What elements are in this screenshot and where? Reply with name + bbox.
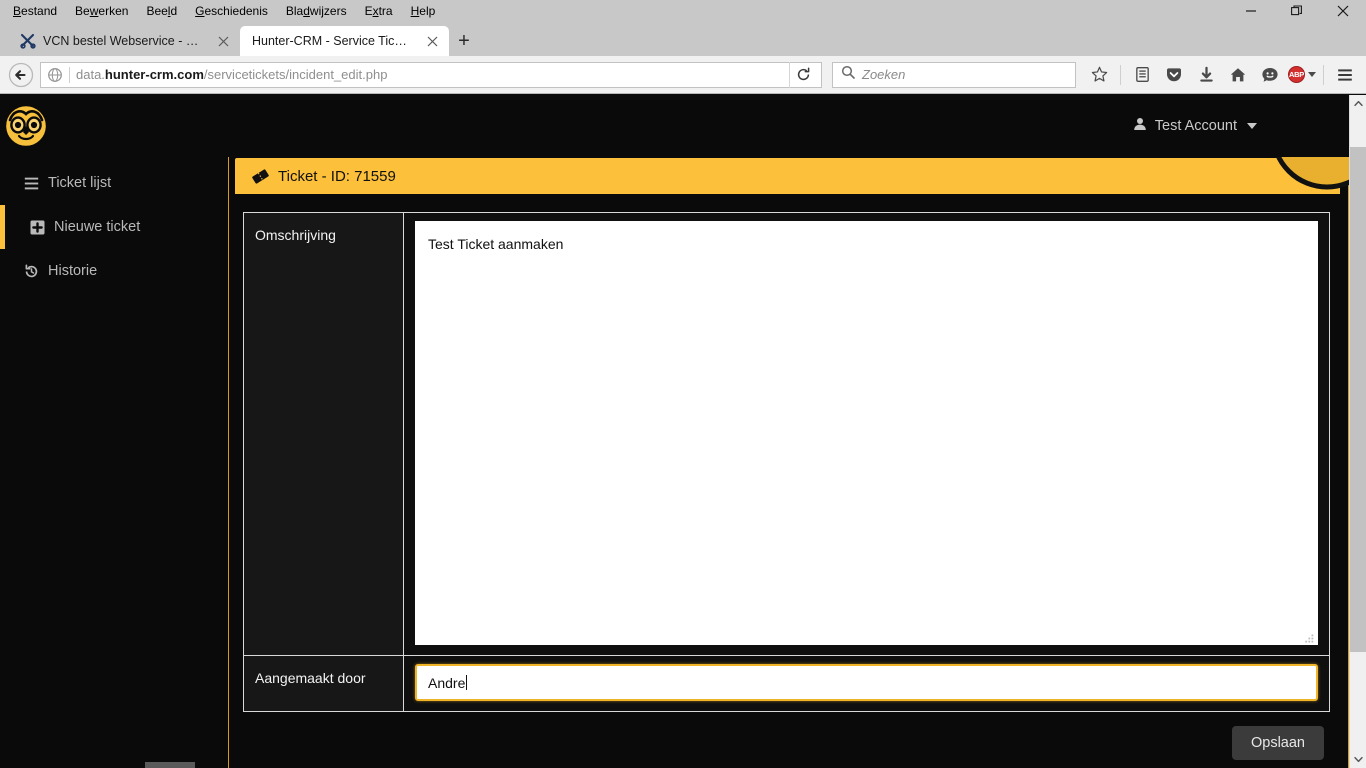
tab-close-icon[interactable] [214,32,232,50]
menu-extra[interactable]: Extra [356,1,402,21]
panel-title: Ticket - ID: 71559 [278,167,396,185]
scroll-down-arrow-icon[interactable] [1350,751,1366,768]
sidebar-item-label: Nieuwe ticket [54,219,141,235]
pocket-icon[interactable] [1159,60,1189,90]
menu-beeld[interactable]: Beeld [137,1,186,21]
sidebar-item-label: Ticket lijst [48,175,112,191]
navigation-toolbar: data.hunter-crm.com/servicetickets/incid… [0,56,1366,94]
text-cursor [466,675,468,690]
url-path: /servicetickets/incident_edit.php [203,67,388,82]
resize-grip-icon[interactable] [1304,631,1315,643]
url-separator [69,66,70,83]
user-icon [1133,117,1147,135]
back-button[interactable] [6,60,36,90]
window-controls [1228,0,1366,22]
aangemaakt-door-input[interactable]: Andre [415,664,1318,701]
field-cell-omschrijving: Test Ticket aanmaken [403,212,1330,656]
caret-down-icon [1247,123,1257,129]
account-menu[interactable]: Test Account [1133,117,1257,135]
star-icon[interactable] [1084,60,1114,90]
tab-title: VCN bestel Webservice - V... [43,34,201,48]
account-name: Test Account [1154,118,1237,134]
scroll-up-arrow-icon[interactable] [1350,95,1366,112]
browser-window: Bestand Bewerken Beeld Geschiedenis Blad… [0,0,1366,768]
chevron-down-icon [1308,72,1316,77]
new-tab-button[interactable]: + [449,26,479,56]
minimize-button[interactable] [1228,0,1274,22]
owl-logo[interactable] [3,103,49,149]
feedback-smiley-icon[interactable] [1255,60,1285,90]
url-text: data.hunter-crm.com/servicetickets/incid… [76,67,783,82]
sidebar-nav: Ticket lijst Nieuwe ticket Historie [0,161,228,293]
list-bars-icon [23,175,39,191]
plus-square-icon [29,219,45,235]
toolbar-separator [1120,64,1121,85]
tools-favicon [20,33,36,49]
content-panel: Ticket - ID: 71559 Omschrijving Test Tic… [228,157,1349,768]
home-icon[interactable] [1223,60,1253,90]
horizontal-scrollbar-fragment[interactable] [145,762,195,768]
sidebar-item-nieuwe-ticket[interactable]: Nieuwe ticket [0,205,228,249]
menu-bestand[interactable]: Bestand [4,1,66,21]
scrollbar-thumb[interactable] [1350,147,1366,652]
tab-close-icon[interactable] [423,32,441,50]
field-label-omschrijving: Omschrijving [243,212,404,656]
reload-button[interactable] [789,61,817,88]
restore-icon [1291,5,1302,16]
restore-button[interactable] [1274,0,1320,22]
sidebar: Ticket lijst Nieuwe ticket Historie [0,95,228,768]
tab-vcn-bestel-webservice[interactable]: VCN bestel Webservice - V... [8,26,240,56]
hunter-crm-app: Test Account Ticket lijst Nieuwe ticket … [0,95,1349,768]
search-icon [841,65,855,84]
menu-geschiedenis[interactable]: Geschiedenis [186,1,277,21]
sidebar-item-ticket-lijst[interactable]: Ticket lijst [0,161,228,205]
minimize-icon [1246,10,1256,12]
back-arrow-icon [8,62,34,87]
form-footer: Opslaan [243,726,1330,760]
toolbar-icons: ABP [1084,60,1360,90]
library-icon[interactable] [1127,60,1157,90]
history-icon [23,263,39,279]
page-viewport: Test Account Ticket lijst Nieuwe ticket … [0,95,1366,768]
close-icon [1337,5,1349,17]
table-row: Omschrijving Test Ticket aanmaken [243,212,1330,656]
adblock-plus-icon[interactable]: ABP [1287,60,1317,90]
menu-help[interactable]: Help [402,1,445,21]
ticket-form-table: Omschrijving Test Ticket aanmaken Aangem… [243,212,1330,712]
menu-bar: Bestand Bewerken Beeld Geschiedenis Blad… [0,0,1366,22]
menu-bewerken[interactable]: Bewerken [66,1,137,21]
aangemaakt-door-value: Andre [428,674,466,691]
url-prefix: data. [76,67,105,82]
search-bar[interactable]: Zoeken [832,61,1076,88]
sidebar-item-label: Historie [48,263,98,279]
omschrijving-value: Test Ticket aanmaken [428,236,564,252]
downloads-icon[interactable] [1191,60,1221,90]
reload-icon [797,67,810,81]
globe-icon [47,67,63,83]
tab-hunter-crm-service-tickets[interactable]: Hunter-CRM - Service Tickets [240,26,449,56]
hamburger-menu-icon[interactable] [1330,60,1360,90]
ticket-icon [252,168,269,185]
menu-bladwijzers[interactable]: Bladwijzers [277,1,356,21]
search-input[interactable]: Zoeken [862,67,905,82]
save-button[interactable]: Opslaan [1231,726,1324,760]
table-row: Aangemaakt door Andre [243,655,1330,712]
abp-badge: ABP [1288,66,1305,83]
field-label-aangemaakt-door: Aangemaakt door [243,655,404,712]
field-cell-aangemaakt-door: Andre [403,655,1330,712]
omschrijving-textarea[interactable]: Test Ticket aanmaken [415,221,1318,645]
panel-header: Ticket - ID: 71559 [235,158,1340,194]
toolbar-separator [1323,64,1324,85]
vertical-scrollbar[interactable] [1349,95,1366,768]
url-bar[interactable]: data.hunter-crm.com/servicetickets/incid… [40,61,822,88]
close-button[interactable] [1320,0,1366,22]
url-domain: hunter-crm.com [104,67,204,82]
tab-strip: VCN bestel Webservice - V... Hunter-CRM … [0,22,1366,56]
tab-title: Hunter-CRM - Service Tickets [252,34,410,48]
sidebar-item-historie[interactable]: Historie [0,249,228,293]
